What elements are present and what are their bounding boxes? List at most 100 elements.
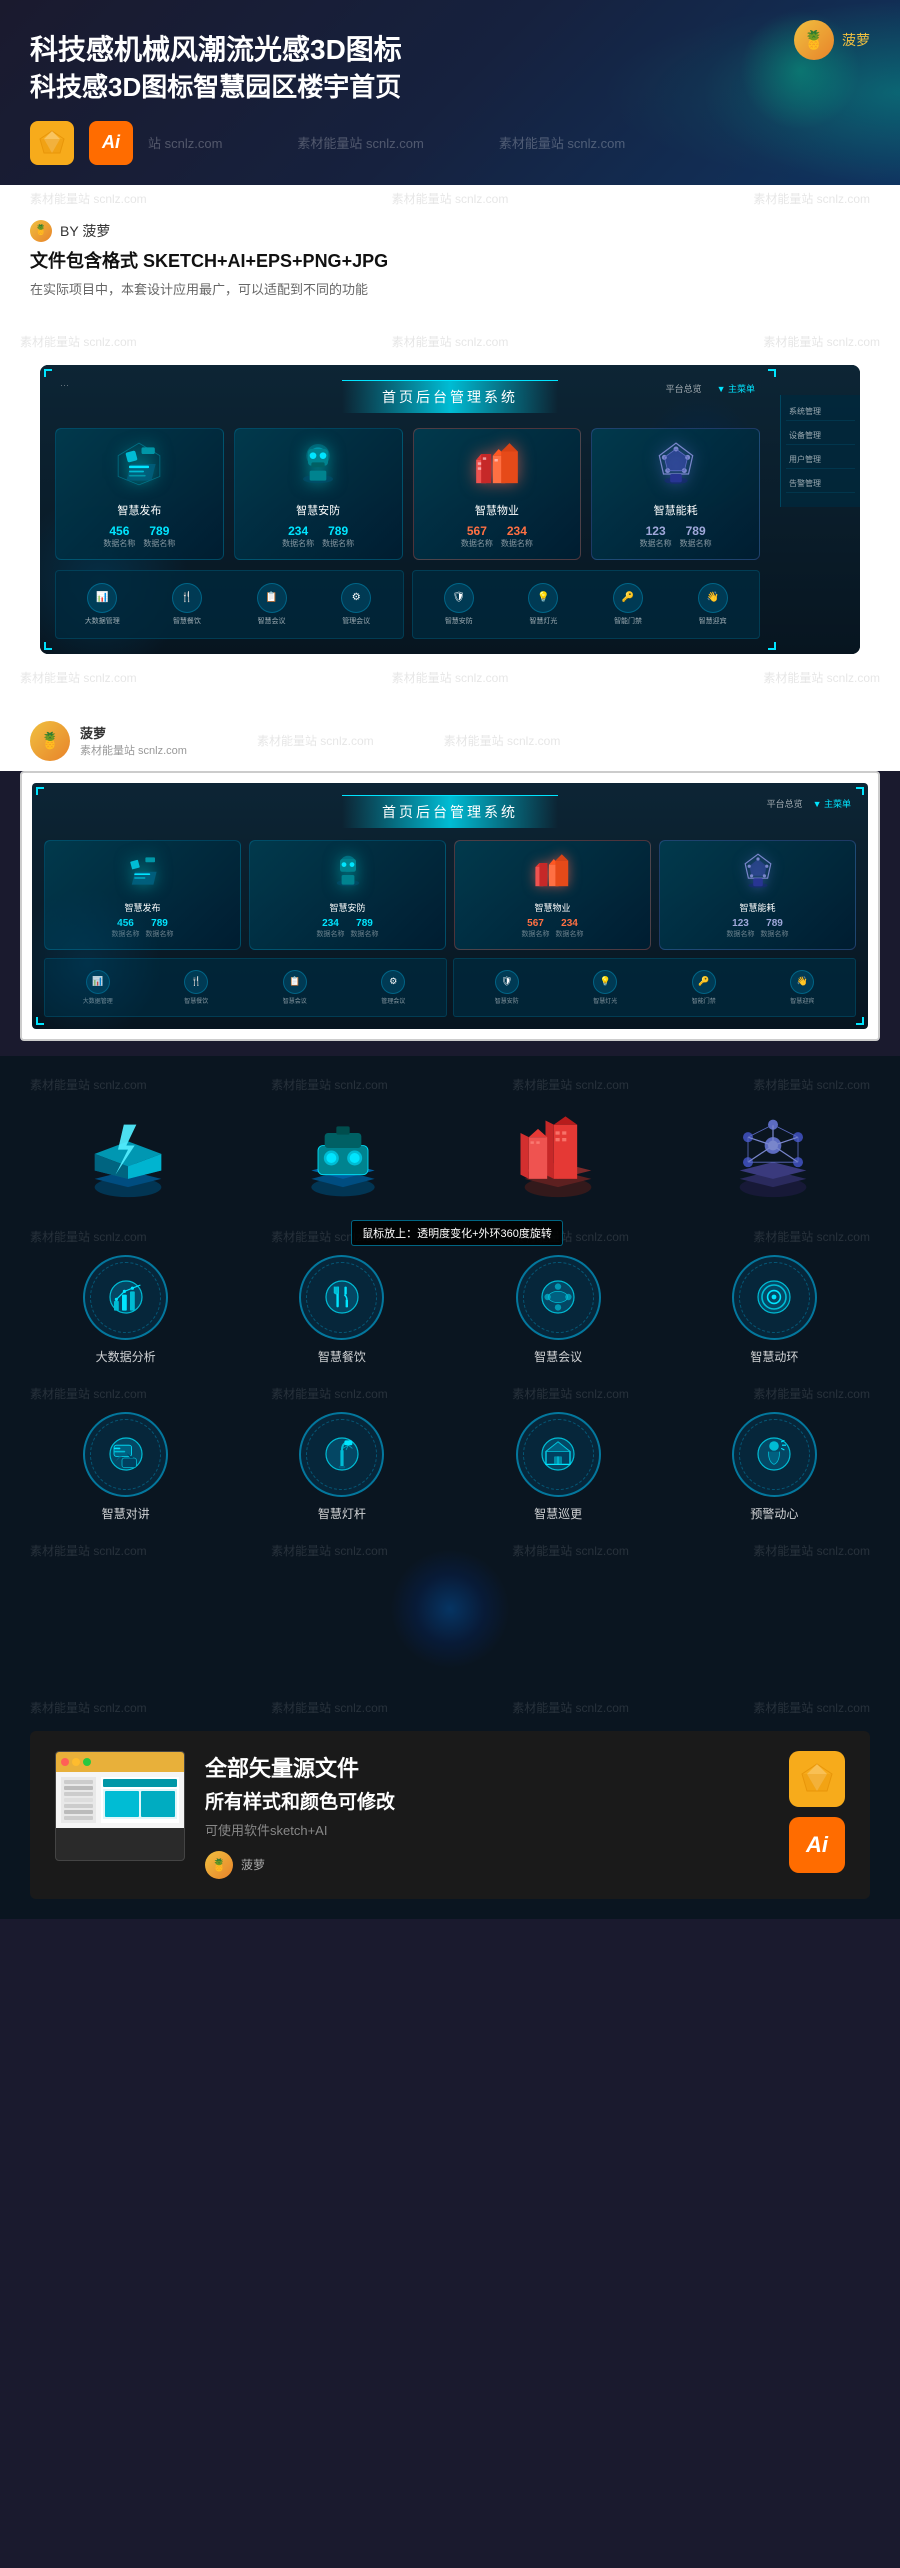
by-label: BY 菠萝 [60, 221, 110, 241]
card2-num-wuye-2: 234 [556, 918, 584, 929]
icon-row-1: 📊 大数据管理 🍴 智慧餐饮 📋 智慧会议 ⚙ 管理会议 [55, 570, 404, 639]
circ-icon-canyin: 智慧餐饮 [246, 1255, 437, 1365]
icon-label-anfang2: 智慧安防 [421, 616, 498, 626]
card2-nenghao: 智慧能耗 123数据名称 789数据名称 [659, 840, 856, 950]
promo-thumb-content [56, 1772, 184, 1828]
icon2-dashuju: 📊 大数据管理 [50, 964, 146, 1011]
promo-desc: 可使用软件sketch+AI [205, 1820, 769, 1839]
header-title-main: 科技感机械风潮流光感3D图标 [30, 30, 870, 69]
card-zhihui-wuye: 智慧物业 567 数据名称 234 数据名称 [413, 428, 582, 560]
thumb-layer-6 [64, 1810, 93, 1814]
label-nenghao-2: 数据名称 [680, 538, 712, 549]
corner-br [768, 642, 776, 650]
iso-icon-anfang [245, 1108, 440, 1208]
ai-icon-lg: Ai [789, 1817, 845, 1873]
icon-circle-menjin: 🔑 [613, 583, 643, 613]
card2-num-anfang-2: 789 [351, 918, 379, 929]
label2-dengguang: 智慧灯光 [560, 996, 652, 1005]
right-item-2: 设备管理 [786, 427, 855, 445]
card2-num-fabu-2: 789 [146, 918, 174, 929]
icon-label-huiyi: 智慧会议 [233, 616, 310, 626]
circle2-dengguang: 💡 [593, 970, 617, 994]
circ-inner-dashuju [90, 1262, 161, 1333]
corner-tl [44, 369, 52, 377]
circ-label-denggan: 智慧灯杆 [246, 1505, 437, 1522]
dot-green [83, 1758, 91, 1766]
circ-inner-yujing [739, 1419, 810, 1490]
promo-thumb-canvas [101, 1777, 179, 1823]
thumb-layer-7 [64, 1816, 93, 1820]
glow-ball [390, 1549, 510, 1669]
num-nenghao-1: 123 [640, 524, 672, 538]
icon2-canyin: 🍴 智慧餐饮 [149, 964, 245, 1011]
iso-svg-nenghao [723, 1108, 823, 1208]
num-anfang-2: 789 [322, 524, 354, 538]
icon2-anfang: 🛡 智慧安防 [459, 964, 555, 1011]
card2-icon-anfang [328, 851, 368, 891]
circ-bg-dashuju [83, 1255, 168, 1340]
label2-guanli: 管理会议 [348, 996, 440, 1005]
nav2-item-1: 平台总览 [767, 797, 803, 810]
icon-label-menjin: 智能门禁 [590, 616, 667, 626]
iso-icon-wuye [460, 1108, 655, 1208]
dashboard-preview-2: 首页后台管理系统 平台总览 ▼ 主菜单 智慧发布 456数据名称 789数 [32, 783, 868, 1029]
circle2-menjin: 🔑 [692, 970, 716, 994]
card2-num-wuye-1: 567 [522, 918, 550, 929]
circ-inner-huiyi [523, 1262, 594, 1333]
iso-icons-row [30, 1108, 870, 1208]
promo-author-avatar: 🍍 [205, 1851, 233, 1879]
circ-label-xungeng: 智慧巡更 [463, 1505, 654, 1522]
circ-bg-denggan [299, 1412, 384, 1497]
icon2-guanli: ⚙ 管理会议 [346, 964, 442, 1011]
circ-label-yujing: 预警动心 [679, 1505, 870, 1522]
card-title-nenghao: 智慧能耗 [600, 502, 751, 518]
circ-inner-xungeng [523, 1419, 594, 1490]
wm-3: 素材能量站 scnlz.com [444, 732, 561, 749]
wm-2: 素材能量站 scnlz.com [257, 732, 374, 749]
icon-circle-anfang2: 🛡 [444, 583, 474, 613]
promo-title-1: 全部矢量源文件 [205, 1751, 769, 1783]
iso-svg-anfang [293, 1108, 393, 1208]
icon-circle-huiyi: 📋 [257, 583, 287, 613]
author-wm: 素材能量站 scnlz.com [80, 742, 187, 758]
card2-label-wuye-1: 数据名称 [522, 929, 550, 939]
circ-inner-donghuan [739, 1262, 810, 1333]
circ-label-donghuan: 智慧动环 [679, 1348, 870, 1365]
circ-label-duijang: 智慧对讲 [30, 1505, 221, 1522]
card-zhihui-fabu: 智慧发布 456 数据名称 789 数据名称 [55, 428, 224, 560]
file-format-title: 文件包含格式 SKETCH+AI+EPS+PNG+JPG [30, 247, 870, 273]
card2-icon-nenghao [738, 851, 778, 891]
icon-row2-1: 📊 大数据管理 🍴 智慧餐饮 📋 智慧会议 ⚙ 管理会议 [44, 958, 447, 1017]
icon-circle-dashuju: 📊 [87, 583, 117, 613]
card2-num-nenghao-2: 789 [761, 918, 789, 929]
icon-circle-yingbin: 👋 [698, 583, 728, 613]
icon-dengguan: 💡 智慧灯光 [503, 577, 584, 632]
card2-title-fabu: 智慧发布 [53, 901, 232, 914]
card2-num-fabu-1: 456 [112, 918, 140, 929]
icon-circle-guanli: ⚙ [341, 583, 371, 613]
corner-tr [768, 369, 776, 377]
circ-inner-duijang [90, 1419, 161, 1490]
dashboard-preview-1: ··· 首页后台管理系统 平台总览 ▼ 主菜单 系统管理 设备管理 用户管理 告… [40, 365, 860, 654]
card-nums-anfang: 234 数据名称 789 数据名称 [243, 524, 394, 549]
by-avatar: 🍍 [30, 220, 52, 242]
icon2-huiyi: 📋 智慧会议 [247, 964, 343, 1011]
wm-row-3: 素材能量站 scnlz.com 素材能量站 scnlz.com 素材能量站 sc… [30, 1385, 870, 1402]
promo-thumb-panels [61, 1777, 179, 1823]
label2-anfang: 智慧安防 [461, 996, 553, 1005]
dashboard-preview-2-wrapper: 首页后台管理系统 平台总览 ▼ 主菜单 智慧发布 456数据名称 789数 [20, 771, 880, 1041]
card-title-fabu: 智慧发布 [64, 502, 215, 518]
bottom-icon-rows-2: 📊 大数据管理 🍴 智慧餐饮 📋 智慧会议 ⚙ 管理会议 🛡 [44, 958, 856, 1017]
dashboard-title-1: 首页后台管理系统 [342, 380, 558, 413]
promo-thumb-header [56, 1752, 184, 1772]
first-dashboard-wrapper: 素材能量站 scnlz.com 素材能量站 scnlz.com 素材能量站 sc… [0, 318, 900, 701]
num-fabu-2: 789 [143, 524, 175, 538]
label2-dashuju: 大数据管理 [52, 996, 144, 1005]
circle2-guanli: ⚙ [381, 970, 405, 994]
circ-icon-xungeng: 智慧巡更 [463, 1412, 654, 1522]
card2-num-anfang-1: 234 [317, 918, 345, 929]
iso-icon-nenghao [675, 1108, 870, 1208]
num-nenghao-2: 789 [680, 524, 712, 538]
nav-item-1: 平台总览 [666, 382, 702, 395]
desc-section: 素材能量站 scnlz.com 素材能量站 scnlz.com 素材能量站 sc… [0, 185, 900, 318]
